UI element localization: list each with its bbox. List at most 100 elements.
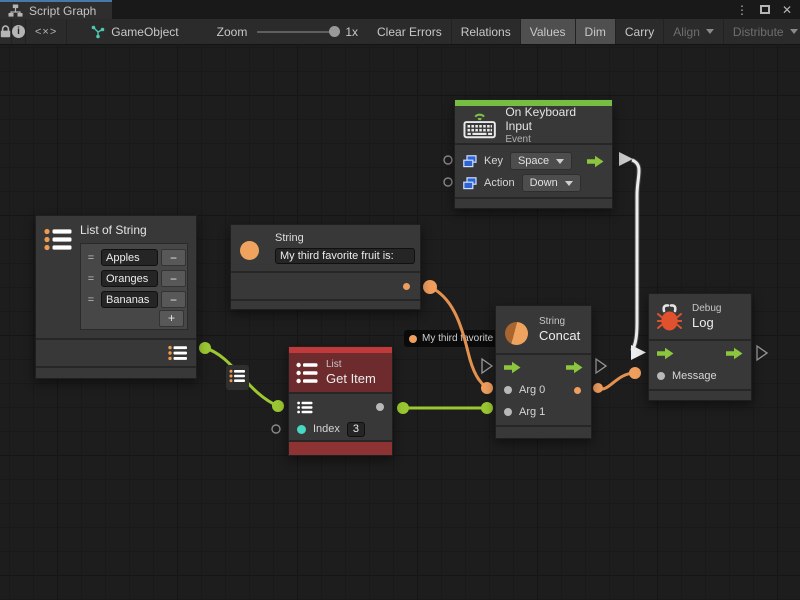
zoom-value: 1x: [345, 25, 358, 39]
result-output-port[interactable]: [574, 387, 581, 394]
chevron-down-icon: [790, 29, 798, 34]
flow-row: [496, 355, 591, 379]
window-maximize-icon[interactable]: [760, 5, 770, 14]
list-item-input[interactable]: [101, 291, 158, 308]
index-input-port[interactable]: [297, 425, 306, 434]
unconnected-flow-port-triangle[interactable]: [482, 359, 492, 373]
node-string-literal[interactable]: String: [230, 224, 421, 310]
key-value: Space: [518, 155, 549, 167]
node-concat[interactable]: String Concat Arg 0: [495, 305, 592, 439]
node-on-keyboard-input[interactable]: On Keyboard Input Event Key Space: [454, 99, 613, 209]
carry-button[interactable]: Carry: [616, 19, 664, 44]
drag-handle-icon[interactable]: =: [84, 273, 98, 285]
node-title: Concat: [539, 328, 580, 343]
wire-string-to-arg0[interactable]: [430, 287, 487, 388]
graph-icon: [8, 4, 23, 17]
arg1-input-port[interactable]: [504, 408, 512, 416]
window-menu-icon[interactable]: ⋮: [736, 3, 748, 17]
distribute-dropdown-button[interactable]: Distribute: [724, 19, 800, 44]
node-list-of-string[interactable]: List of String = − = − = −: [35, 215, 197, 379]
wire-endpoint-dot[interactable]: [423, 280, 437, 294]
list-item-row: = −: [84, 289, 184, 310]
window-close-icon[interactable]: ✕: [782, 3, 792, 17]
align-dropdown-button[interactable]: Align: [664, 19, 724, 44]
node-footer: [36, 368, 196, 378]
unconnected-value-port-circle[interactable]: [444, 156, 452, 164]
distribute-label: Distribute: [733, 25, 784, 39]
bug-icon: [657, 303, 682, 331]
drag-handle-icon[interactable]: =: [84, 252, 98, 264]
remove-item-button[interactable]: −: [161, 291, 186, 308]
wire-concat-to-message[interactable]: [598, 373, 635, 389]
message-input-port[interactable]: [657, 372, 665, 380]
wire-endpoint-dot[interactable]: [629, 367, 641, 379]
lock-icon: [0, 25, 11, 38]
code-preview-button[interactable]: <×>: [26, 19, 67, 44]
graph-canvas[interactable]: My third favorite fr...: [0, 45, 800, 600]
code-icon: <×>: [35, 26, 57, 38]
flow-output-port[interactable]: [726, 347, 743, 360]
zoom-slider-thumb[interactable]: [329, 26, 340, 37]
remove-item-button[interactable]: −: [161, 270, 186, 287]
node-footer: [231, 301, 420, 309]
node-category: Debug: [692, 303, 721, 314]
list-item-input[interactable]: [101, 270, 158, 287]
node-get-item[interactable]: List Get Item Index: [288, 346, 393, 456]
flow-input-port[interactable]: [657, 347, 674, 360]
zoom-label: Zoom: [217, 25, 248, 39]
node-footer: [649, 391, 751, 400]
clear-errors-button[interactable]: Clear Errors: [368, 19, 452, 44]
node-debug-log[interactable]: Debug Log Message: [648, 293, 752, 401]
values-toggle-button[interactable]: Values: [521, 19, 576, 44]
unconnected-value-port-circle[interactable]: [272, 425, 280, 433]
chevron-down-icon: [565, 181, 573, 186]
wire-endpoint-dot[interactable]: [593, 383, 603, 393]
key-label: Key: [484, 155, 503, 167]
zoom-slider[interactable]: [257, 31, 335, 33]
unconnected-value-port-circle[interactable]: [444, 178, 452, 186]
relations-button[interactable]: Relations: [452, 19, 521, 44]
node-category: List: [326, 359, 376, 370]
graph-toolbar: i <×> GameObject Zoom 1x Clear Errors Re…: [0, 19, 800, 45]
info-button[interactable]: i: [12, 19, 26, 44]
item-output-port[interactable]: [376, 403, 384, 411]
gameobject-label: GameObject: [111, 25, 178, 39]
arg0-input-port[interactable]: [504, 386, 512, 394]
list-output-port-icon[interactable]: [168, 345, 188, 361]
wire-endpoint-dot[interactable]: [481, 382, 493, 394]
flow-output-port[interactable]: [566, 361, 583, 374]
flow-output-port[interactable]: [587, 155, 604, 168]
tab-script-graph[interactable]: Script Graph: [0, 0, 112, 19]
remove-item-button[interactable]: −: [161, 249, 186, 266]
gameobject-icon: [91, 25, 105, 39]
dim-toggle-button[interactable]: Dim: [576, 19, 616, 44]
node-title: String: [275, 232, 304, 244]
list-icon: [44, 228, 72, 251]
flow-input-triangle[interactable]: [631, 345, 646, 360]
wire-endpoint-dot[interactable]: [199, 342, 211, 354]
wire-endpoint-dot[interactable]: [397, 402, 409, 414]
wire-endpoint-dot[interactable]: [481, 402, 493, 414]
tab-bar: Script Graph ⋮ ✕: [0, 0, 800, 19]
arg1-label: Arg 1: [519, 406, 545, 418]
info-icon: i: [12, 25, 25, 38]
index-input[interactable]: [347, 422, 365, 437]
list-item-input[interactable]: [101, 249, 158, 266]
action-port-row: Action Down: [455, 172, 612, 194]
add-item-button[interactable]: +: [159, 310, 184, 327]
node-title: List of String: [80, 223, 147, 237]
wire-endpoint-dot[interactable]: [272, 400, 284, 412]
list-input-port-icon[interactable]: [297, 401, 313, 414]
flow-input-port[interactable]: [504, 361, 521, 374]
lock-button[interactable]: [0, 19, 12, 44]
keycode-type-icon: [463, 155, 477, 168]
gameobject-context[interactable]: GameObject: [81, 19, 188, 44]
key-dropdown[interactable]: Space: [510, 152, 572, 170]
flow-output-triangle[interactable]: [619, 152, 633, 166]
drag-handle-icon[interactable]: =: [84, 294, 98, 306]
string-output-port[interactable]: [403, 283, 410, 290]
action-dropdown[interactable]: Down: [522, 174, 581, 192]
unconnected-flow-port-triangle[interactable]: [596, 359, 606, 373]
unconnected-flow-port-triangle[interactable]: [757, 346, 767, 360]
string-value-input[interactable]: [275, 248, 415, 264]
